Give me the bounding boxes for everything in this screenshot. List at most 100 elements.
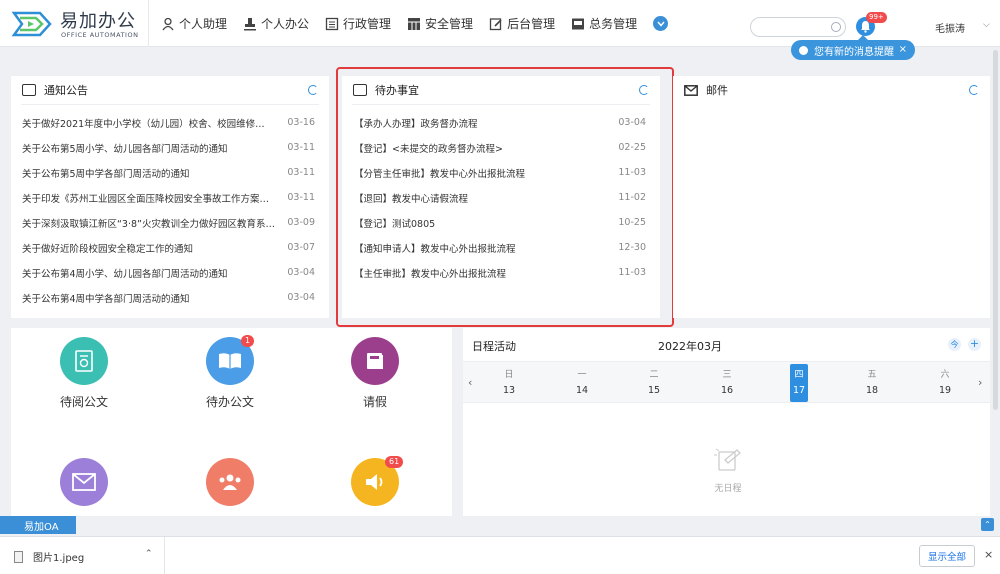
todo-panel-title: 待办事宜 — [375, 84, 419, 97]
read-doc-icon — [75, 350, 93, 372]
schedule-panel: 日程活动 2022年03月 今 + ‹ 日 13 一 14 二 15 三 16 四 17 … — [463, 328, 990, 516]
announcements-badge: 61 — [385, 456, 404, 468]
todo-date: 03-04 — [618, 117, 646, 128]
todo-title: 【通知申请人】教发中心外出报批流程 — [354, 243, 516, 255]
download-filename: 图片1.jpeg — [33, 553, 85, 564]
day-weekday: 四 — [794, 370, 804, 380]
app-pending-docs[interactable]: 1 待办公文 — [190, 335, 270, 410]
day-date: 17 — [792, 385, 806, 396]
today-button[interactable]: 今 — [948, 338, 961, 351]
todo-item[interactable]: 【主任审批】教发中心外出报批流程 11-03 — [342, 260, 660, 285]
day-cell-selected[interactable]: 四 17 — [790, 364, 808, 402]
todo-item[interactable]: 【登记】<未提交的政务督办流程> 02-25 — [342, 135, 660, 160]
todo-date: 11-03 — [618, 267, 646, 278]
day-weekday: 一 — [577, 370, 587, 380]
mail-icon — [72, 473, 96, 491]
day-cell[interactable]: 二 15 — [645, 364, 663, 402]
app-announcements[interactable]: 61 — [335, 456, 415, 514]
add-schedule-button[interactable]: + — [968, 338, 981, 351]
logo[interactable]: 易加办公 OFFICE AUTOMATION — [10, 6, 140, 42]
search-input[interactable] — [750, 17, 846, 37]
edit-icon — [489, 17, 502, 30]
quick-apps-panel: 待阅公文 1 待办公文 请假 61 — [11, 328, 452, 516]
close-downloads-button[interactable]: × — [984, 548, 993, 561]
day-date: 16 — [720, 385, 734, 396]
notice-item[interactable]: 关于印发《苏州工业园区全面压降校园安全事故工作方案… 03-11 — [11, 185, 329, 210]
todo-item[interactable]: 【分管主任审批】教发中心外出报批流程 11-03 — [342, 160, 660, 185]
todo-title: 【登记】测试0805 — [354, 218, 436, 230]
oa-tab-button[interactable]: 易加OA — [0, 516, 76, 534]
day-weekday: 日 — [504, 370, 514, 380]
notice-item[interactable]: 关于公布第5周中学各部门周活动的通知 03-11 — [11, 160, 329, 185]
notice-item[interactable]: 关于公布第5周小学、幼儿园各部门周活动的通知 03-11 — [11, 135, 329, 160]
divider — [352, 104, 650, 105]
notice-title: 关于公布第5周中学各部门周活动的通知 — [22, 168, 190, 180]
grid-icon — [408, 17, 421, 30]
show-all-button[interactable]: 显示全部 — [919, 545, 975, 567]
todo-item[interactable]: 【承办人办理】政务督办流程 03-04 — [342, 110, 660, 135]
nav-more-button[interactable] — [653, 16, 669, 31]
monitor-icon — [353, 84, 367, 96]
page-scrollbar[interactable] — [993, 50, 998, 410]
app-contacts[interactable] — [190, 458, 270, 514]
refresh-icon[interactable] — [639, 85, 649, 95]
refresh-icon[interactable] — [969, 85, 979, 95]
nav-personal-assistant[interactable]: 个人助理 — [161, 15, 227, 32]
scroll-top-button[interactable]: ⌃ — [981, 518, 994, 531]
app-mail[interactable] — [44, 458, 124, 514]
todo-item[interactable]: 【通知申请人】教发中心外出报批流程 12-30 — [342, 235, 660, 260]
file-icon — [14, 550, 23, 563]
notice-title: 关于印发《苏州工业园区全面压降校园安全事故工作方案… — [22, 193, 270, 205]
nav-personal-office[interactable]: 个人办公 — [243, 15, 309, 32]
pending-docs-badge: 1 — [241, 335, 255, 347]
mail-panel-title: 邮件 — [706, 84, 728, 97]
prev-week-button[interactable]: ‹ — [468, 376, 472, 389]
user-name[interactable]: 毛振涛 — [935, 20, 965, 35]
notice-item[interactable]: 关于公布第4周小学、幼儿园各部门周活动的通知 03-04 — [11, 260, 329, 285]
todo-date: 10-25 — [618, 217, 646, 228]
notice-title: 关于做好近阶段校园安全稳定工作的通知 — [22, 243, 194, 255]
nav-general-affairs[interactable]: 总务管理 — [571, 15, 637, 32]
next-week-button[interactable]: › — [978, 376, 982, 389]
refresh-icon[interactable] — [308, 85, 318, 95]
day-cell[interactable]: 三 16 — [718, 364, 736, 402]
download-options-caret-icon[interactable]: ⌃ — [145, 549, 153, 559]
notice-date: 03-09 — [287, 217, 315, 228]
nav-safety-management[interactable]: 安全管理 — [407, 15, 473, 32]
todo-item[interactable]: 【退回】教发中心请假流程 11-02 — [342, 185, 660, 210]
logo-subtitle: OFFICE AUTOMATION — [61, 31, 139, 39]
day-weekday: 三 — [722, 370, 732, 380]
day-cell[interactable]: 日 13 — [500, 364, 518, 402]
book-icon — [219, 353, 241, 369]
notice-date: 03-16 — [287, 117, 315, 128]
todo-date: 11-02 — [618, 192, 646, 203]
app-leave[interactable]: 请假 — [335, 337, 415, 410]
day-weekday: 六 — [940, 370, 950, 380]
main-nav: 个人助理 个人办公 行政管理 安全管理 后台管理 总务管理 — [148, 0, 669, 47]
mail-panel-header: 邮件 — [673, 76, 990, 104]
day-cell[interactable]: 六 19 — [936, 364, 954, 402]
notice-item[interactable]: 关于做好近阶段校园安全稳定工作的通知 03-07 — [11, 235, 329, 260]
user-menu-caret-icon[interactable]: ⌵ — [983, 20, 990, 30]
monitor-icon — [572, 18, 585, 29]
notice-item[interactable]: 关于深刻汲取镇江新区“3·8”火灾教训全力做好园区教育系… 03-09 — [11, 210, 329, 235]
toast-close-button[interactable]: × — [899, 44, 907, 55]
notice-title: 关于做好2021年度中小学校（幼儿园）校舍、校园维修… — [22, 118, 265, 130]
todo-item[interactable]: 【登记】测试0805 10-25 — [342, 210, 660, 235]
notice-board-icon — [22, 84, 36, 96]
notice-date: 03-04 — [287, 292, 315, 303]
notice-item[interactable]: 关于做好2021年度中小学校（幼儿园）校舍、校园维修… 03-16 — [11, 110, 329, 135]
nav-admin-management[interactable]: 行政管理 — [325, 15, 391, 32]
notice-title: 关于公布第4周中学各部门周活动的通知 — [22, 293, 190, 305]
nav-label: 安全管理 — [425, 17, 474, 31]
todo-title: 【分管主任审批】教发中心外出报批流程 — [354, 168, 526, 180]
app-pending-read-docs[interactable]: 待阅公文 — [44, 337, 124, 410]
download-item[interactable]: 图片1.jpeg — [14, 549, 84, 564]
todo-title: 【承办人办理】政务督办流程 — [354, 118, 478, 130]
nav-backend-management[interactable]: 后台管理 — [489, 15, 555, 32]
notice-item[interactable]: 关于公布第4周中学各部门周活动的通知 03-04 — [11, 285, 329, 310]
empty-note-icon — [714, 448, 741, 471]
new-message-toast[interactable]: 您有新的消息提醒 × — [791, 35, 915, 60]
day-cell[interactable]: 五 18 — [863, 364, 881, 402]
day-cell[interactable]: 一 14 — [573, 364, 591, 402]
